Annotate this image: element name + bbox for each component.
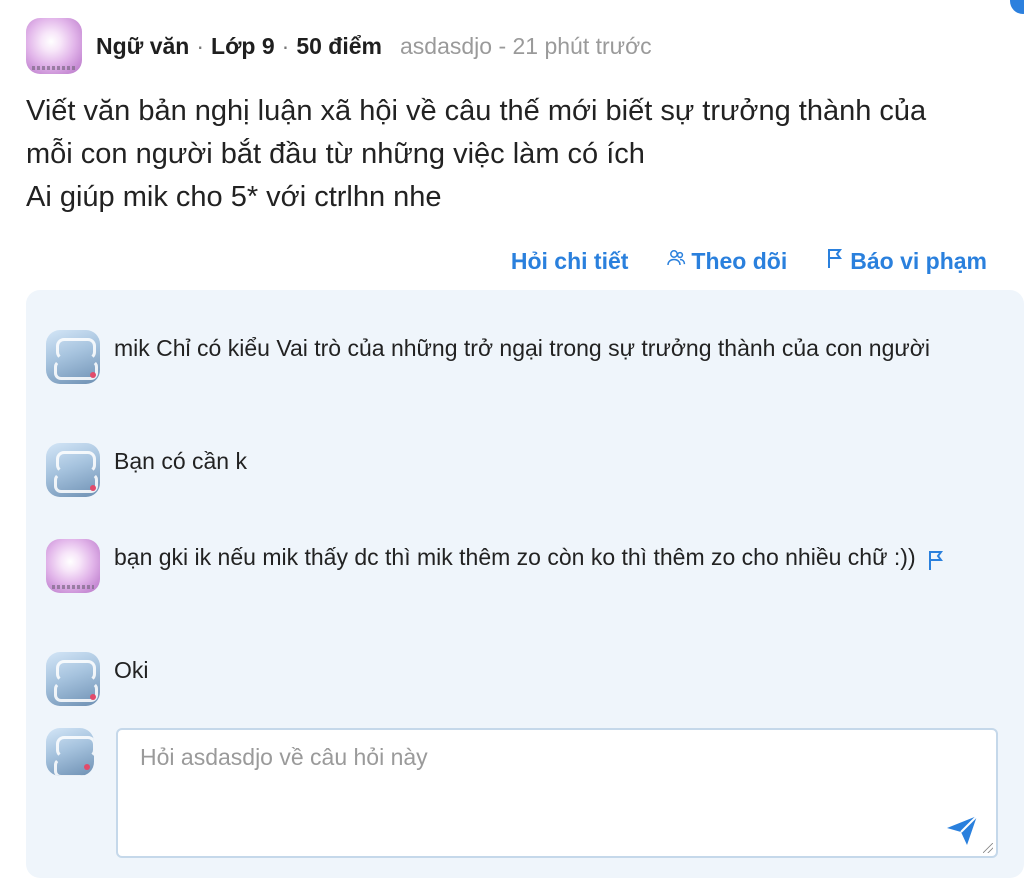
people-icon bbox=[666, 248, 686, 274]
send-icon bbox=[947, 815, 978, 845]
question-body: Viết văn bản nghị luận xã hội về câu thế… bbox=[26, 90, 1006, 219]
author-avatar[interactable] bbox=[26, 18, 82, 74]
reply-box bbox=[116, 728, 998, 858]
comments-panel: mik Chỉ có kiểu Vai trò của những trở ng… bbox=[26, 290, 1024, 878]
reply-input[interactable] bbox=[118, 730, 996, 856]
separator-dot: · bbox=[281, 32, 290, 59]
report-label: Báo vi phạm bbox=[850, 247, 987, 274]
comment-content: bạn gki ik nếu mik thấy dc thì mik thêm … bbox=[114, 544, 916, 570]
flag-icon bbox=[825, 247, 845, 275]
comment-text: mik Chỉ có kiểu Vai trò của những trở ng… bbox=[114, 335, 930, 361]
question-line: Viết văn bản nghị luận xã hội về câu thế… bbox=[26, 95, 927, 127]
comment-text: Oki bbox=[114, 657, 149, 683]
commenter-avatar[interactable] bbox=[46, 443, 100, 497]
comment-text: bạn gki ik nếu mik thấy dc thì mik thêm … bbox=[114, 539, 1002, 593]
ask-detail-label: Hỏi chi tiết bbox=[510, 247, 629, 274]
commenter-avatar[interactable] bbox=[46, 652, 100, 706]
question-meta: Ngữ văn · Lớp 9 · 50 điểm asdasdjo - 21 … bbox=[96, 33, 652, 60]
commenter-avatar[interactable] bbox=[46, 330, 100, 384]
report-comment-flag-icon[interactable] bbox=[926, 548, 946, 570]
comment-text: Bạn có cần k bbox=[114, 448, 247, 474]
grade-label[interactable]: Lớp 9 bbox=[211, 33, 275, 60]
report-button[interactable]: Báo vi phạm bbox=[825, 247, 987, 275]
reply-avatar-row bbox=[46, 728, 94, 776]
send-button[interactable] bbox=[944, 812, 980, 848]
follow-label: Theo dõi bbox=[691, 247, 788, 274]
subject-label[interactable]: Ngữ văn bbox=[96, 33, 189, 60]
points-label: 50 điểm bbox=[296, 32, 382, 59]
question-line: mỗi con người bắt đầu từ những việc làm … bbox=[26, 138, 645, 170]
ask-detail-button[interactable]: Hỏi chi tiết bbox=[511, 247, 629, 275]
question-line: Ai giúp mik cho 5* với ctrlhn nhe bbox=[26, 181, 442, 213]
author-time[interactable]: asdasdjo - 21 phút trước bbox=[400, 33, 652, 60]
separator-dot: · bbox=[196, 32, 205, 59]
follow-button[interactable]: Theo dõi bbox=[666, 247, 787, 275]
question-actions: Hỏi chi tiết Theo dõi Báo vi phạm bbox=[511, 247, 987, 275]
comment-item: mik Chỉ có kiểu Vai trò của những trở ng… bbox=[46, 330, 1002, 384]
resize-handle[interactable] bbox=[983, 843, 993, 853]
comment-item: Bạn có cần k bbox=[46, 443, 1002, 497]
question-header: Ngữ văn · Lớp 9 · 50 điểm asdasdjo - 21 … bbox=[26, 18, 652, 74]
comment-item: Oki bbox=[46, 652, 1002, 706]
author-avatar[interactable] bbox=[46, 539, 100, 593]
current-user-avatar bbox=[46, 728, 94, 776]
notification-dot bbox=[1010, 0, 1024, 14]
comment-item: bạn gki ik nếu mik thấy dc thì mik thêm … bbox=[46, 539, 1002, 593]
